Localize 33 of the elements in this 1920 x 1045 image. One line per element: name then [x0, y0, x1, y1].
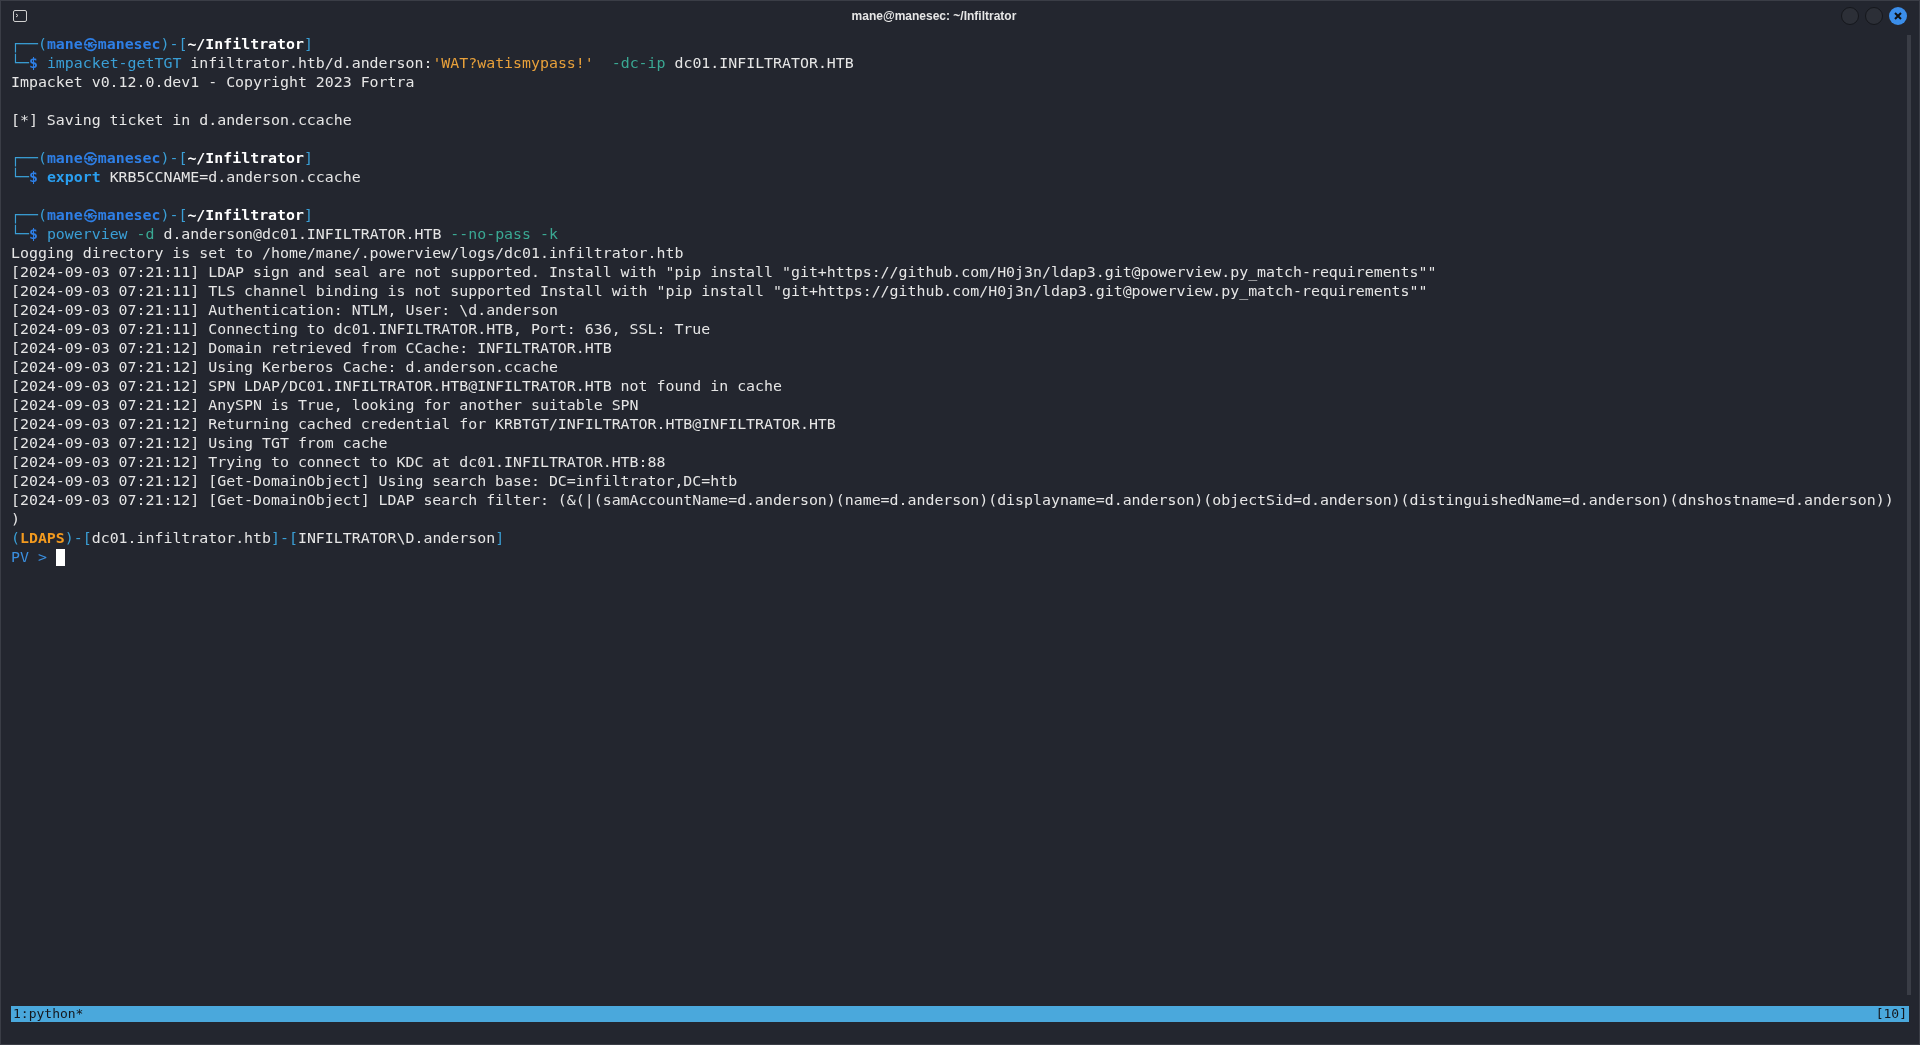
- terminal-line: [2024-09-03 07:21:12] AnySPN is True, looking for another suitable SPN: [11, 396, 639, 415]
- maximize-button[interactable]: [1865, 7, 1883, 25]
- terminal-line: PV >: [11, 548, 48, 567]
- terminal-line: [2024-09-03 07:21:12] [Get-DomainObject] Using search base: DC=infiltrator,DC=htb: [11, 472, 738, 491]
- terminal-line: [2024-09-03 07:21:12] Trying to connect to KDC at dc01.INFILTRATOR.HTB:88: [11, 453, 666, 472]
- terminal-line: (LDAPS)-[dc01.infiltrator.htb]-[INFILTRATOR\D.anderson]: [11, 529, 505, 548]
- terminal-line: [2024-09-03 07:21:11] Authentication: NTLM, User: \d.anderson: [11, 301, 558, 320]
- terminal-line: └─$ export KRB5CCNAME=d.anderson.ccache: [11, 168, 361, 187]
- terminal-line: [2024-09-03 07:21:11] TLS channel binding is not supported Install with "pip install "git+https://github.com/H0j3n/ldap3.git@powerview.py_match-requirements"": [11, 282, 1428, 301]
- close-icon: [1894, 12, 1902, 20]
- terminal-line: Impacket v0.12.0.dev1 - Copyright 2023 Fortra: [11, 73, 415, 92]
- terminal-line: [2024-09-03 07:21:12] Domain retrieved from CCache: INFILTRATOR.HTB: [11, 339, 612, 358]
- tmux-window-label[interactable]: 1:python*: [13, 1004, 84, 1024]
- terminal-line: ┌──(mane㉿manesec)-[~/Infiltrator]: [11, 206, 313, 225]
- terminal-line: [2024-09-03 07:21:12] [Get-DomainObject] LDAP search filter: (&(|(samAccountName=d.anderson)(name=d.anderson)(displayname=d.anderson)(objectSid=d.anderson)(distinguishedName=d.anderson)(dnshostname=d.anderson)): [11, 491, 1894, 510]
- terminal-line: ┌──(mane㉿manesec)-[~/Infiltrator]: [11, 35, 313, 54]
- terminal-line: [2024-09-03 07:21:12] SPN LDAP/DC01.INFILTRATOR.HTB@INFILTRATOR.HTB not found in cache: [11, 377, 782, 396]
- terminal-line: [2024-09-03 07:21:11] Connecting to dc01.INFILTRATOR.HTB, Port: 636, SSL: True: [11, 320, 711, 339]
- terminal-line: [2024-09-03 07:21:12] Using Kerberos Cache: d.anderson.ccache: [11, 358, 558, 377]
- terminal-line: Logging directory is set to /home/mane/.powerview/logs/dc01.infiltrator.htb: [11, 244, 684, 263]
- terminal-line: [2024-09-03 07:21:11] LDAP sign and seal are not supported. Install with "pip install "git+https://github.com/H0j3n/ldap3.git@powerview.py_match-requirements"": [11, 263, 1437, 282]
- terminal-line: [2024-09-03 07:21:12] Returning cached credential for KRBTGT/INFILTRATOR.HTB@INFILTRATOR.HTB: [11, 415, 836, 434]
- terminal-line: ): [11, 510, 20, 529]
- terminal-icon: [13, 10, 27, 22]
- minimize-button[interactable]: [1841, 7, 1859, 25]
- close-button[interactable]: [1889, 7, 1907, 25]
- terminal-line: [2024-09-03 07:21:12] Using TGT from cache: [11, 434, 388, 453]
- window-count: [10]: [1875, 1005, 1907, 1024]
- terminal-line: └─$ impacket-getTGT infiltrator.htb/d.anderson:'WAT?watismypass!' -dc-ip dc01.INFILTRATOR.HTB: [11, 54, 854, 73]
- terminal-line: [*] Saving ticket in d.anderson.ccache: [11, 111, 352, 130]
- window-title: mane@manesec: ~/Infiltrator: [851, 8, 1017, 25]
- terminal-line: └─$ powerview -d d.anderson@dc01.INFILTRATOR.HTB --no-pass -k: [11, 225, 558, 244]
- terminal-line: ┌──(mane㉿manesec)-[~/Infiltrator]: [11, 149, 313, 168]
